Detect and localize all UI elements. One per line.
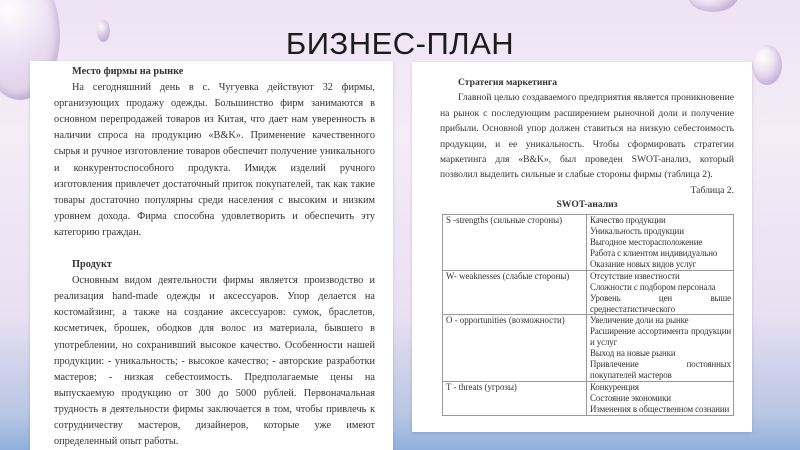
swot-category: W- weaknesses (слабые стороны) [442, 269, 587, 316]
swot-item: Конкуренция [590, 381, 639, 392]
table-caption: Таблица 2. [690, 184, 734, 196]
section-paragraph: Основным видом деятельности фирмы являет… [54, 275, 375, 448]
business-plan-document-left: Место фирмы на рынке На сегодняшний день… [30, 61, 393, 450]
swot-item: Состояние экономики [590, 392, 671, 403]
swot-item: Выгодное месторасположение [590, 237, 703, 248]
table-row: O - opportunities (возможности) Увеличени… [442, 314, 734, 382]
swot-item: Оказание новых видов услуг [590, 258, 697, 269]
section-paragraph: На сегодняшний день в с. Чугуевка действ… [54, 82, 375, 238]
swot-item: Работа с клиентом индивидуально [590, 247, 718, 258]
swot-category: S -strengths (сильные стороны) [442, 214, 587, 271]
table-row: S -strengths (сильные стороны) Качество п… [442, 214, 734, 271]
swot-category: O - opportunities (возможности) [442, 314, 587, 382]
bubble-decoration [688, 0, 738, 12]
swot-items: Увеличение доли на рынке Расширение ассор… [586, 314, 734, 382]
swot-item: Изменения в общественном сознании [590, 403, 730, 414]
section-paragraph: Главной целью создаваемого предприятия я… [440, 92, 734, 181]
swot-category: T - threats (угрозы) [442, 380, 587, 416]
table-row: T - threats (угрозы) Конкуренция Состояние… [442, 380, 734, 416]
slide-title: БИЗНЕС-ПЛАН [285, 26, 515, 61]
table-row: W- weaknesses (слабые стороны) Отсутствие… [442, 269, 734, 316]
swot-item: Отсутствие известности [590, 270, 680, 281]
swot-item: Выход на новые рынки [590, 348, 676, 359]
table-title: SWOT-анализ [556, 199, 618, 211]
section-heading: Место фирмы на рынке [72, 66, 184, 77]
marketing-strategy-document: Стратегия маркетинга Главной целью созда… [412, 62, 752, 432]
swot-items: Качество продукции Уникальность продукции… [586, 214, 734, 271]
section-heading: Стратегия маркетинга [458, 77, 558, 88]
swot-item: Уникальность продукции [590, 226, 684, 237]
swot-items: Отсутствие известности Сложности с подбор… [586, 269, 734, 316]
swot-item: Увеличение доли на рынке [590, 315, 689, 326]
swot-items: Конкуренция Состояние экономики Изменения … [586, 380, 734, 416]
swot-item: Сложности с подбором персонала [590, 281, 716, 292]
swot-item: Качество продукции [590, 215, 666, 226]
swot-item: Привлечение постоянных покупателей масте… [590, 359, 731, 380]
swot-table: S -strengths (сильные стороны) Качество п… [442, 214, 734, 416]
swot-item: Уровень цен выше среднестатистического [590, 292, 731, 314]
swot-item: Расширение ассортимента продукции и услу… [590, 326, 731, 348]
section-heading: Продукт [72, 259, 112, 271]
